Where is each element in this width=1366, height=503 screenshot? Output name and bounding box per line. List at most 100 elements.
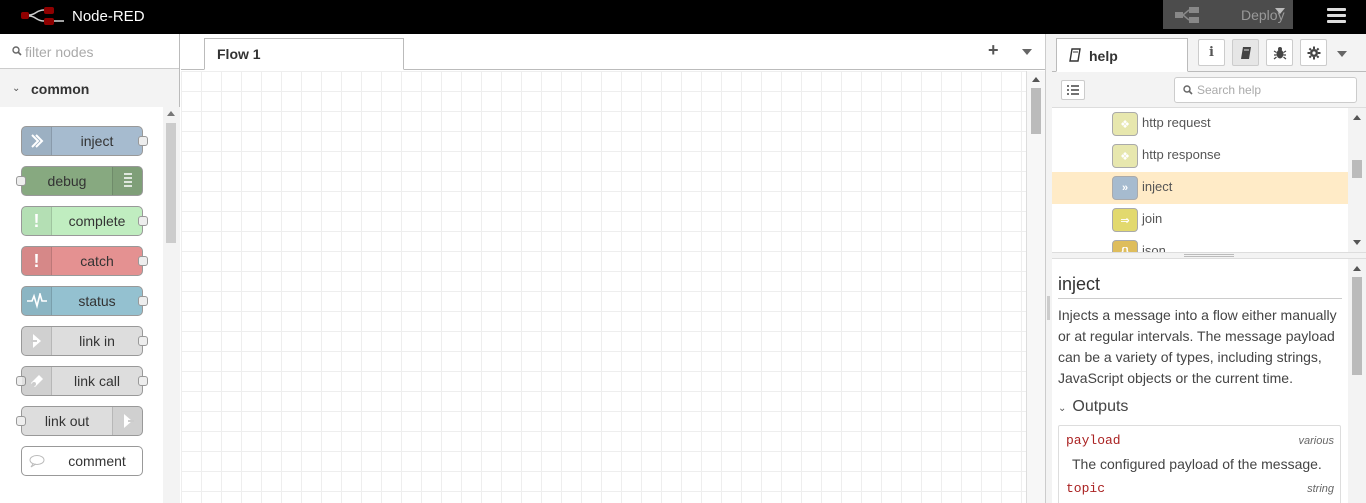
help-content-scrollbar[interactable] (1348, 259, 1366, 503)
sidebar-tab-bar: help i (1052, 34, 1366, 72)
help-toolbar: Search help (1052, 72, 1366, 108)
palette-node-link-call[interactable]: link call (16, 366, 148, 396)
sidebar-tabs-dropdown-icon[interactable] (1337, 51, 1347, 57)
tree-item-join[interactable]: ⇒ join (1052, 204, 1348, 236)
arrow-in-icon: » (1112, 176, 1138, 200)
canvas-scrollbar-thumb[interactable] (1031, 88, 1041, 134)
sidebar-tab-help[interactable]: help (1056, 38, 1188, 72)
help-content-scrollbar-thumb[interactable] (1352, 277, 1362, 375)
book-icon (1069, 48, 1081, 62)
book-icon (1240, 46, 1251, 59)
pulse-icon (22, 287, 52, 315)
toggle-tree-button[interactable] (1061, 80, 1085, 100)
help-search-input[interactable]: Search help (1174, 77, 1357, 103)
palette-category-body: inject debug ! complete ! catch status l… (0, 107, 163, 503)
help-content: inject Injects a message into a flow eit… (1052, 259, 1348, 503)
help-tree-scrollbar-thumb[interactable] (1352, 160, 1362, 178)
scroll-up-icon[interactable] (1032, 77, 1040, 82)
scroll-up-icon[interactable] (1353, 115, 1361, 120)
help-description: Injects a message into a flow either man… (1058, 307, 1337, 386)
separator-grip-icon[interactable] (1047, 296, 1050, 320)
palette-node-label: status (78, 293, 116, 309)
tab-flow-1[interactable]: Flow 1 (204, 38, 404, 70)
palette-node-label: inject (80, 133, 114, 149)
deploy-icon (1175, 7, 1199, 23)
help-tree-scrollbar[interactable] (1348, 108, 1366, 252)
tree-item-label: inject (1142, 179, 1173, 194)
palette-node-label: debug (47, 173, 87, 189)
flow-list-dropdown-icon[interactable] (1022, 49, 1032, 55)
sidebar-separator[interactable] (1045, 34, 1052, 503)
tree-item-label: http request (1142, 115, 1211, 130)
palette-node-label: link out (44, 413, 90, 429)
canvas-vertical-scrollbar[interactable] (1026, 71, 1045, 503)
palette-node-link-in[interactable]: link in (21, 326, 148, 356)
globe-icon: ❖ (1112, 144, 1138, 168)
sidebar-tab-help-label: help (1089, 48, 1118, 64)
chevron-down-icon: ⌄ (1058, 403, 1067, 414)
hamburger-menu-icon[interactable] (1327, 8, 1346, 24)
tree-item-json[interactable]: {} json (1052, 236, 1348, 252)
palette-node-catch[interactable]: ! catch (21, 246, 148, 276)
palette-category-header[interactable]: ⌄ common (0, 69, 179, 107)
tree-item-label: http response (1142, 147, 1221, 162)
globe-icon: ❖ (1112, 112, 1138, 136)
palette-node-complete[interactable]: ! complete (21, 206, 148, 236)
workspace-tab-bar: Flow 1 + (181, 34, 1045, 70)
output-port (138, 336, 148, 346)
output-port (138, 376, 148, 386)
palette-search-placeholder: filter nodes (25, 44, 94, 60)
flow-canvas[interactable] (181, 71, 1026, 503)
palette-node-link-out[interactable]: link out (16, 406, 143, 436)
add-flow-button[interactable]: + (988, 40, 999, 61)
scroll-up-icon[interactable] (167, 111, 175, 116)
tree-item-http-request[interactable]: ❖ http request (1052, 108, 1348, 140)
tab-label: Flow 1 (217, 46, 261, 62)
node-palette: filter nodes ⌄ common inject debug ! com… (0, 34, 180, 503)
help-tab-button[interactable] (1232, 39, 1259, 66)
arrow-in-icon (22, 127, 52, 155)
info-tab-button[interactable]: i (1198, 39, 1225, 66)
app-title: Node-RED (72, 7, 145, 25)
link-call-icon (22, 367, 52, 395)
app-logo: Node-RED (20, 6, 145, 26)
debug-tab-button[interactable] (1266, 39, 1293, 66)
outputs-heading-label: Outputs (1072, 398, 1129, 415)
tree-item-inject[interactable]: » inject (1052, 172, 1348, 204)
search-icon (1183, 85, 1193, 95)
palette-search-field[interactable]: filter nodes (0, 34, 179, 69)
comment-icon (22, 447, 52, 475)
scroll-down-icon[interactable] (1353, 240, 1361, 245)
property-name: payload (1066, 433, 1121, 448)
property-type: various (1298, 435, 1334, 447)
bug-icon (1273, 46, 1286, 59)
palette-node-status[interactable]: status (21, 286, 148, 316)
sidebar: help i Search help ❖ http request ❖ http… (1052, 34, 1366, 503)
exclamation-icon: ! (22, 207, 52, 235)
list-icon (1067, 85, 1079, 95)
output-port (138, 296, 148, 306)
palette-node-comment[interactable]: comment (21, 446, 143, 476)
palette-node-inject[interactable]: inject (21, 126, 148, 156)
outputs-property-list: payload various The configured payload o… (1058, 425, 1341, 503)
palette-scrollbar[interactable] (163, 107, 180, 503)
deploy-button[interactable]: Deploy (1163, 0, 1293, 29)
palette-node-debug[interactable]: debug (16, 166, 143, 196)
help-title: inject (1058, 274, 1342, 299)
output-port (138, 216, 148, 226)
outputs-heading[interactable]: ⌄ Outputs (1058, 398, 1128, 416)
palette-scrollbar-thumb[interactable] (166, 123, 176, 243)
config-tab-button[interactable] (1300, 39, 1327, 66)
chevron-down-icon: ⌄ (12, 83, 21, 94)
palette-category-title: common (31, 81, 90, 97)
tree-item-http-response[interactable]: ❖ http response (1052, 140, 1348, 172)
exclamation-icon: ! (22, 247, 52, 275)
scroll-up-icon[interactable] (1353, 266, 1361, 271)
property-type: string (1307, 483, 1334, 495)
property-description: The configured payload of the message. (1072, 456, 1322, 472)
deploy-dropdown-caret-icon[interactable] (1275, 8, 1285, 14)
splitter-grip-icon[interactable] (1184, 254, 1234, 257)
node-red-logo-icon (21, 7, 64, 25)
help-panel-splitter[interactable] (1052, 252, 1366, 259)
debug-list-icon (112, 167, 142, 195)
